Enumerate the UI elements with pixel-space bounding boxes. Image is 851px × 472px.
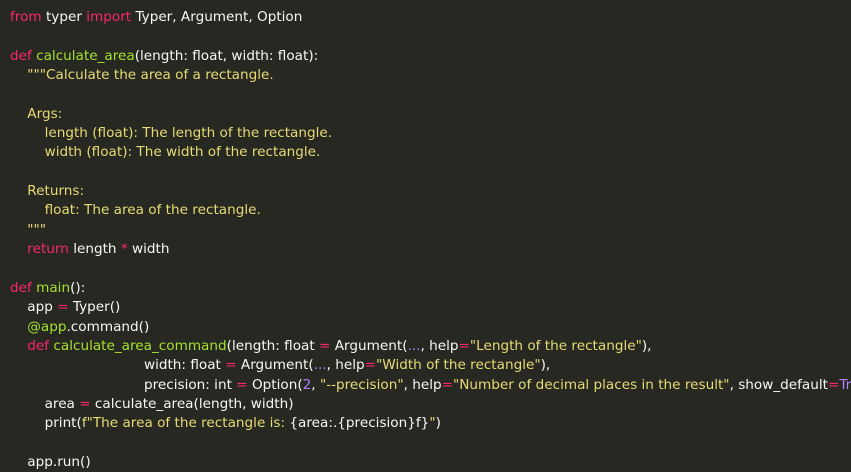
code-token: ), bbox=[540, 357, 551, 374]
code-token: = bbox=[236, 376, 248, 393]
code-token: (length: float bbox=[226, 337, 320, 354]
code-token: , show_default bbox=[729, 376, 828, 393]
code-token: float: The area of the rectangle. bbox=[44, 202, 261, 219]
code-token: ... bbox=[407, 337, 421, 354]
code-line[interactable] bbox=[10, 163, 851, 182]
code-token: * bbox=[120, 241, 128, 258]
code-token: app.run() bbox=[10, 453, 91, 470]
code-token: print( bbox=[10, 415, 82, 432]
code-token: Option( bbox=[247, 376, 303, 393]
code-token: ... bbox=[313, 357, 327, 374]
code-token: Args: bbox=[27, 105, 63, 122]
code-token: , bbox=[311, 376, 320, 393]
code-token: = bbox=[319, 337, 331, 354]
code-line[interactable]: precision: int = Option(2, "--precision"… bbox=[10, 376, 851, 395]
code-token: calculate_area_command bbox=[53, 337, 227, 354]
code-token: from bbox=[10, 9, 42, 25]
code-token: Returns: bbox=[27, 183, 85, 200]
code-token: app bbox=[10, 299, 58, 316]
code-line[interactable] bbox=[10, 434, 851, 453]
code-token: length bbox=[68, 241, 121, 258]
code-token: return bbox=[27, 241, 69, 258]
code-token: @app bbox=[27, 318, 67, 335]
code-line[interactable]: app = Typer() bbox=[10, 298, 851, 317]
code-token: Argument( bbox=[330, 337, 408, 354]
code-editor[interactable]: from typer import Typer, Argument, Optio… bbox=[0, 0, 851, 470]
code-token: ), bbox=[641, 337, 652, 354]
code-token: ) bbox=[435, 415, 441, 432]
code-line[interactable] bbox=[10, 27, 851, 46]
code-line[interactable] bbox=[10, 259, 851, 278]
code-line[interactable]: width: float = Argument(..., help="Width… bbox=[10, 356, 851, 375]
code-token: 2 bbox=[302, 376, 312, 393]
code-token: typer bbox=[41, 9, 87, 25]
code-token: "Length of the rectangle" bbox=[469, 337, 642, 354]
code-token: f"The area of the rectangle is: bbox=[81, 415, 290, 432]
code-token: , help bbox=[420, 337, 459, 354]
code-line[interactable] bbox=[10, 85, 851, 104]
code-token: = bbox=[57, 299, 69, 316]
code-token: def bbox=[10, 47, 32, 64]
code-token: width bbox=[127, 241, 170, 258]
code-token: """ bbox=[27, 221, 47, 238]
code-line[interactable]: area = calculate_area(length, width) bbox=[10, 395, 851, 414]
code-token: = bbox=[225, 357, 237, 374]
code-token: length (float): The length of the rectan… bbox=[44, 125, 333, 142]
code-line[interactable]: print(f"The area of the rectangle is: {a… bbox=[10, 414, 851, 433]
code-token: def bbox=[27, 337, 50, 354]
code-line[interactable]: float: The area of the rectangle. bbox=[10, 201, 851, 220]
code-line[interactable]: width (float): The width of the rectangl… bbox=[10, 143, 851, 162]
code-token: width (float): The width of the rectangl… bbox=[44, 144, 321, 161]
code-line[interactable]: def calculate_area(length: float, width:… bbox=[10, 47, 851, 66]
code-token: Argument( bbox=[236, 357, 314, 374]
code-token: = bbox=[364, 357, 377, 374]
code-token: precision: int bbox=[10, 376, 237, 393]
code-token: , help bbox=[403, 376, 442, 393]
code-line[interactable]: """ bbox=[10, 221, 851, 240]
code-token: = bbox=[827, 376, 840, 393]
code-line[interactable]: Returns: bbox=[10, 182, 851, 201]
code-token: width: float bbox=[10, 357, 226, 374]
code-token: = bbox=[458, 337, 470, 354]
code-lines: from typer import Typer, Argument, Optio… bbox=[10, 8, 851, 472]
code-line[interactable]: length (float): The length of the rectan… bbox=[10, 124, 851, 143]
code-line[interactable]: @app.command() bbox=[10, 318, 851, 337]
code-line[interactable]: Args: bbox=[10, 105, 851, 124]
code-line[interactable]: from typer import Typer, Argument, Optio… bbox=[10, 8, 851, 27]
code-token: "Width of the rectangle" bbox=[376, 357, 541, 374]
code-token: = bbox=[441, 376, 453, 393]
code-token: Typer() bbox=[68, 299, 121, 316]
code-token: calculate_area bbox=[36, 47, 135, 64]
code-token: Typer, Argument, Option bbox=[131, 9, 303, 25]
code-token: main bbox=[36, 279, 71, 296]
code-token: (): bbox=[70, 279, 86, 296]
code-token: True bbox=[839, 376, 851, 393]
code-line[interactable]: app.run() bbox=[10, 453, 851, 472]
code-token: , help bbox=[326, 357, 365, 374]
code-token: {area:.{precision}f} bbox=[289, 415, 430, 432]
code-token: .command() bbox=[66, 318, 150, 335]
code-token: (length: float, width: float): bbox=[134, 47, 319, 64]
code-line[interactable]: """Calculate the area of a rectangle. bbox=[10, 66, 851, 85]
code-token: "--precision" bbox=[319, 376, 404, 393]
code-line[interactable]: return length * width bbox=[10, 240, 851, 259]
code-token: "Number of decimal places in the result" bbox=[453, 376, 730, 393]
code-token: import bbox=[86, 9, 132, 25]
code-line[interactable]: def main(): bbox=[10, 279, 851, 298]
code-line[interactable]: def calculate_area_command(length: float… bbox=[10, 337, 851, 356]
code-token: def bbox=[10, 279, 32, 296]
code-token: """Calculate the area of a rectangle. bbox=[27, 67, 274, 84]
